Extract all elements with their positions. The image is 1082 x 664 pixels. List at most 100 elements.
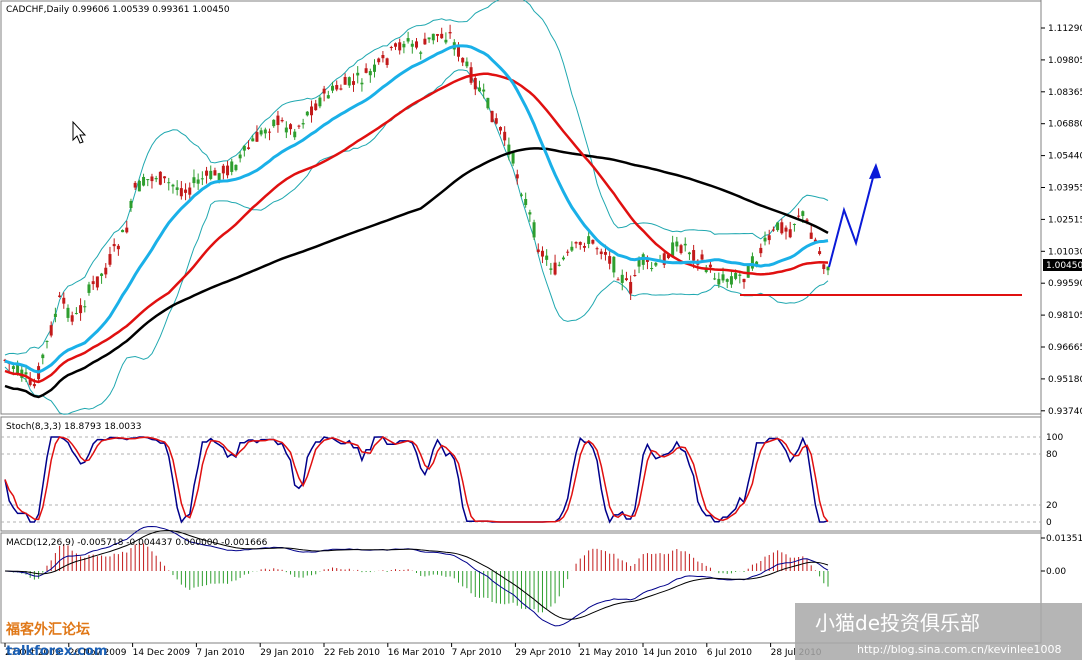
- price-tick-label: 0.93740: [1048, 407, 1082, 417]
- candle-body: [175, 187, 179, 190]
- candle-body: [771, 229, 775, 231]
- candle-body: [242, 145, 246, 151]
- candle-body: [415, 41, 418, 48]
- candle-body: [713, 278, 717, 280]
- projection-arrow: [828, 165, 877, 268]
- price-tick-label: 0.98105: [1048, 311, 1082, 321]
- candle-body: [444, 39, 448, 43]
- candle-body: [305, 111, 309, 116]
- candle-body: [477, 87, 481, 92]
- current-price-label: 1.00450: [1046, 261, 1082, 271]
- time-tick-label: 22 Feb 2010: [324, 648, 380, 658]
- candle-body: [352, 81, 356, 85]
- candle-body: [74, 313, 78, 315]
- candle-body: [263, 129, 267, 134]
- price-tick-label: 1.05440: [1048, 152, 1082, 162]
- price-tick-label: 1.03955: [1048, 184, 1082, 194]
- price-tick-label: 1.06880: [1048, 120, 1082, 130]
- price-tick-label: 1.08365: [1048, 88, 1082, 98]
- candle-body: [427, 37, 431, 40]
- chart-svg: 1.11290 1.09805 1.08365 1.06880 1.05440 1.039…: [0, 0, 1082, 660]
- candle-body: [717, 278, 721, 285]
- candle-body: [402, 43, 406, 48]
- candle-body: [335, 85, 339, 90]
- candle-body: [394, 43, 398, 47]
- ma-black-line: [4, 147, 829, 399]
- candle-body: [58, 295, 62, 297]
- candle-body: [66, 307, 70, 318]
- candle-body: [490, 110, 494, 123]
- candle-body: [280, 119, 284, 122]
- candle-body: [293, 131, 297, 138]
- candle-body: [687, 252, 691, 255]
- macd-level-label: 0.00: [1046, 567, 1066, 577]
- candle-body: [456, 46, 460, 57]
- candle-body: [620, 274, 624, 283]
- candle-body: [356, 72, 360, 76]
- candle-body: [524, 198, 528, 206]
- candle-body: [498, 127, 502, 131]
- bollinger-bands: [4, 0, 829, 415]
- candle-body: [738, 274, 742, 276]
- candle-body: [566, 251, 570, 253]
- candle-body: [759, 247, 763, 254]
- candle-body: [53, 313, 57, 318]
- candle-body: [310, 106, 314, 116]
- candle-body: [331, 85, 335, 91]
- candle-body: [540, 250, 544, 257]
- candle-body: [599, 251, 603, 255]
- candle-body: [553, 262, 557, 275]
- stoch-level-label: 20: [1046, 501, 1058, 511]
- time-tick-label: 14 Jun 2010: [643, 648, 697, 658]
- candle-body: [629, 281, 633, 294]
- candle-body: [536, 249, 540, 252]
- candle-body: [154, 178, 158, 180]
- candle-body: [570, 246, 574, 251]
- candle-body: [83, 306, 87, 308]
- candle-body: [104, 267, 108, 275]
- candle-body: [557, 264, 561, 266]
- candle-body: [326, 95, 330, 99]
- candle-body: [192, 177, 196, 184]
- talkforex-url: talkforex.com: [6, 644, 107, 659]
- candle-body: [595, 248, 599, 250]
- talkforex-logo: 福客外汇论坛 talkforex.com: [5, 621, 107, 659]
- candle-body: [146, 179, 150, 181]
- candle-body: [545, 255, 549, 260]
- candle-body: [276, 115, 280, 126]
- candle-body: [163, 176, 167, 179]
- candle-body: [129, 200, 133, 209]
- candle-body: [578, 241, 582, 245]
- price-tick-label: 0.95180: [1048, 375, 1082, 385]
- candle-body: [158, 171, 162, 185]
- candle-body: [347, 77, 351, 86]
- candle-body: [184, 189, 188, 193]
- candle-body: [11, 366, 15, 369]
- chart-window: 1.11290 1.09805 1.08365 1.06880 1.05440 1.039…: [0, 0, 1082, 660]
- candle-body: [24, 372, 28, 375]
- candle-body: [423, 38, 427, 45]
- candle-body: [683, 243, 687, 246]
- candle-body: [582, 245, 586, 248]
- candle-body: [654, 262, 658, 266]
- candle-body: [95, 276, 99, 288]
- candle-body: [112, 244, 116, 247]
- candle-body: [503, 131, 507, 141]
- candle-body: [767, 235, 771, 241]
- candle-body: [431, 33, 435, 41]
- candle-body: [482, 89, 486, 92]
- candle-body: [675, 241, 679, 247]
- candle-body: [79, 305, 83, 314]
- candle-body: [238, 154, 242, 159]
- candle-body: [251, 138, 255, 142]
- time-tick-label: 7 Apr 2010: [452, 648, 502, 658]
- candle-body: [624, 278, 628, 281]
- candle-body: [314, 103, 318, 111]
- ma-red-line: [4, 72, 829, 384]
- candle-body: [792, 223, 796, 225]
- candle-body: [826, 266, 830, 271]
- talkforex-logo-text: 福客外汇论坛: [5, 621, 90, 638]
- candle-body: [448, 32, 452, 34]
- macd-header: MACD(12,26,9) -0.005718 -0.004437 0.0000…: [6, 538, 268, 548]
- candle-body: [259, 130, 263, 135]
